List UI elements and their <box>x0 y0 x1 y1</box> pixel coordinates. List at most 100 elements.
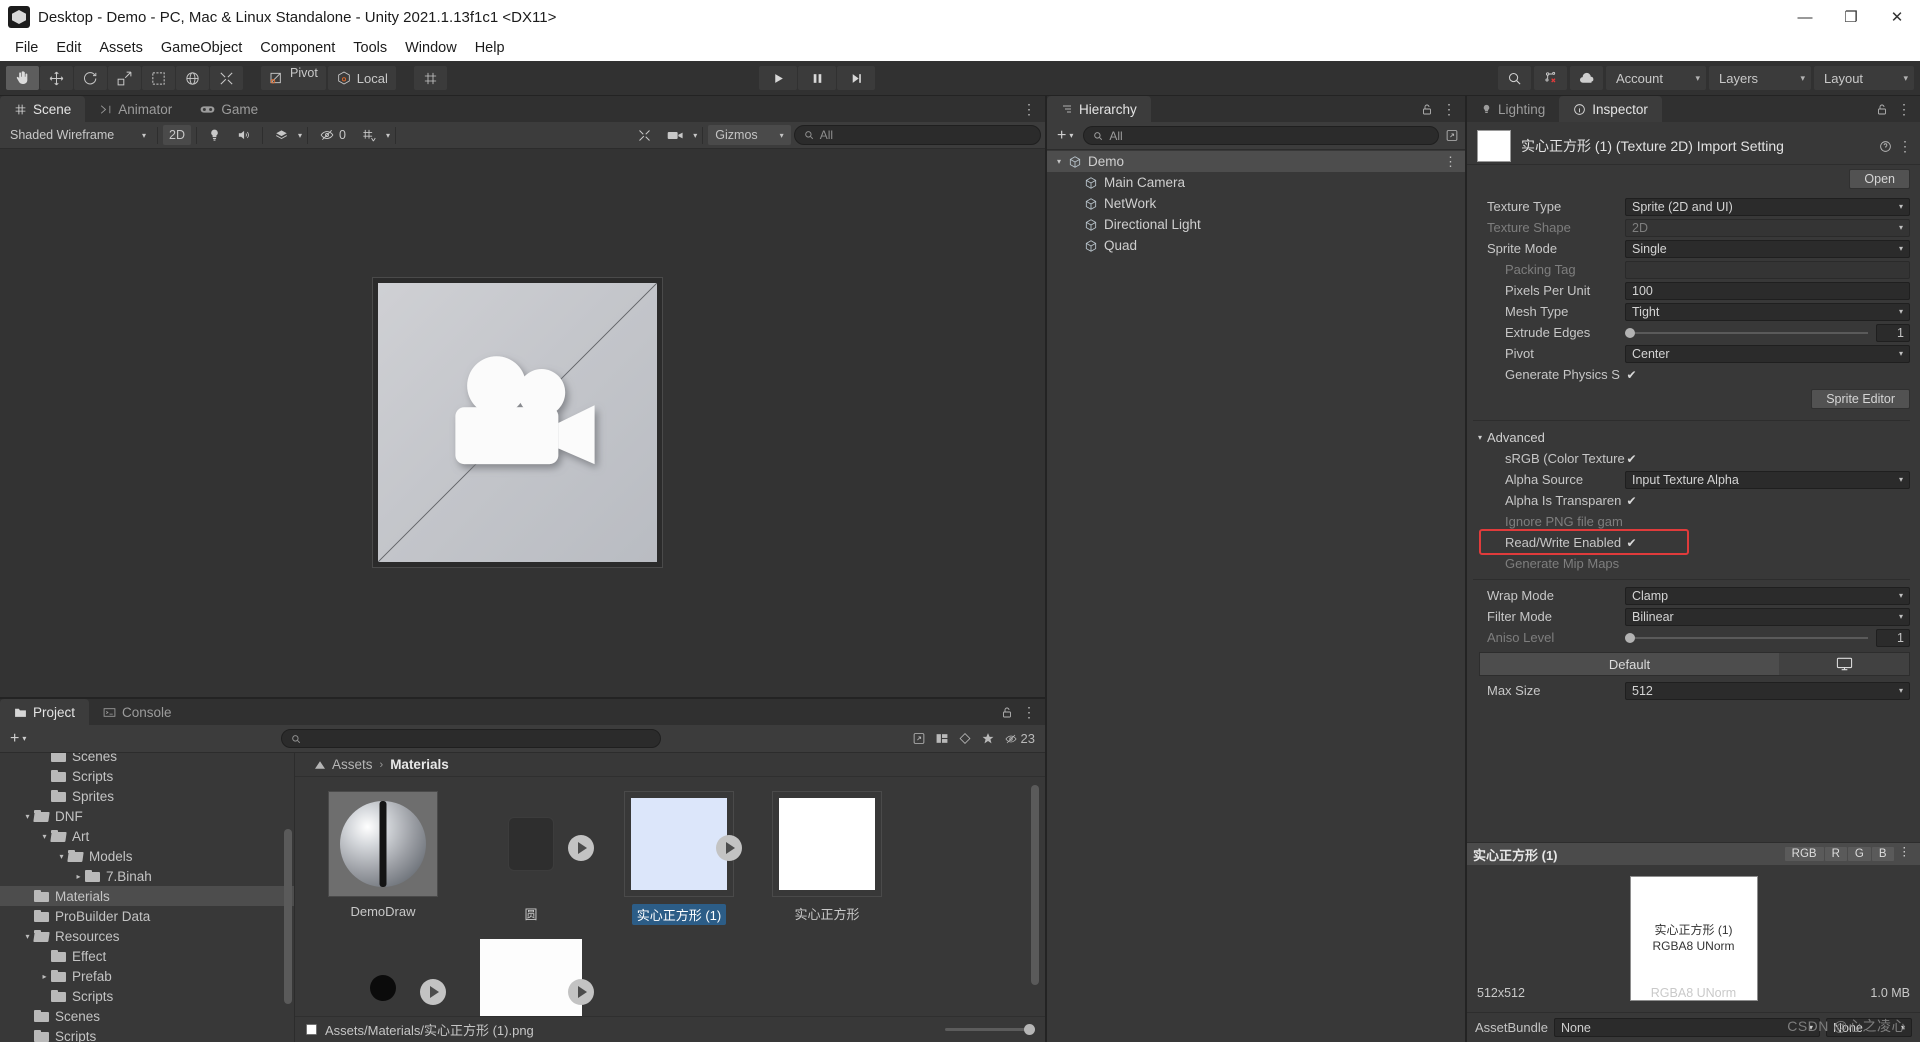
pause-button-icon[interactable] <box>798 66 837 90</box>
property-slider[interactable] <box>1625 327 1868 338</box>
tab-console[interactable]: Console <box>89 699 186 725</box>
project-tree-item[interactable]: Scripts <box>0 766 294 786</box>
property-slider[interactable] <box>1625 632 1868 643</box>
channel-b[interactable]: B <box>1871 847 1894 861</box>
project-tree-item[interactable]: Scenes <box>0 753 294 766</box>
asset-item[interactable]: 实心正方形 (1) <box>609 791 749 925</box>
hand-tool-icon[interactable] <box>6 66 39 90</box>
project-tree-item[interactable]: Scenes <box>0 1006 294 1026</box>
tab-animator[interactable]: Animator <box>85 96 187 122</box>
property-dropdown[interactable]: Center ▾ <box>1625 344 1910 363</box>
property-dropdown[interactable]: Tight ▾ <box>1625 302 1910 321</box>
open-button[interactable]: Open <box>1849 168 1910 189</box>
tree-toggle-icon[interactable]: ▸ <box>38 972 51 981</box>
tab-inspector[interactable]: Inspector <box>1559 96 1662 122</box>
asset-item[interactable]: 录音 <box>313 935 453 1016</box>
lock-icon[interactable] <box>1421 103 1433 116</box>
account-dropdown[interactable]: Account ▾ <box>1606 66 1706 90</box>
grid-snap-icon[interactable] <box>413 66 447 90</box>
advanced-section-header[interactable]: ▾ Advanced <box>1473 426 1910 448</box>
asset-item[interactable]: 圆 <box>461 791 601 925</box>
move-tool-icon[interactable] <box>40 66 73 90</box>
property-checkbox[interactable] <box>1625 515 1638 528</box>
hierarchy-item[interactable]: ▾ Demo ⋮ <box>1047 151 1465 172</box>
menu-gameobject[interactable]: GameObject <box>152 38 251 58</box>
lock-icon[interactable] <box>1876 103 1888 116</box>
preview-menu-icon[interactable]: ⋮ <box>1895 846 1915 861</box>
play-button-icon[interactable] <box>759 66 798 90</box>
hierarchy-item[interactable]: Directional Light <box>1047 214 1465 235</box>
property-checkbox[interactable]: ✔ <box>1625 536 1638 550</box>
asset-preview-play-icon[interactable] <box>420 979 446 1005</box>
rect-tool-icon[interactable] <box>142 66 175 90</box>
property-checkbox[interactable] <box>1625 557 1638 570</box>
project-tree-item[interactable]: ▸ Prefab <box>0 966 294 986</box>
property-slider-group[interactable]: 1 <box>1625 628 1910 647</box>
slider-knob[interactable] <box>1625 327 1635 338</box>
project-tree-item[interactable]: ▾ DNF <box>0 806 294 826</box>
rotate-tool-icon[interactable] <box>74 66 107 90</box>
lock-icon[interactable] <box>1001 706 1013 719</box>
menu-component[interactable]: Component <box>251 38 344 58</box>
maximize-button[interactable]: ❐ <box>1828 0 1874 34</box>
search-icon[interactable] <box>1498 66 1531 90</box>
layers-dropdown[interactable]: Layers ▾ <box>1709 66 1811 90</box>
platform-tab-standalone[interactable] <box>1779 653 1909 675</box>
hierarchy-add-button[interactable]: + ▾ <box>1053 127 1077 145</box>
property-dropdown[interactable]: 2D ▾ <box>1625 218 1910 237</box>
property-checkbox[interactable]: ✔ <box>1625 368 1638 382</box>
project-tree-item[interactable]: Materials <box>0 886 294 906</box>
property-checkbox[interactable]: ✔ <box>1625 452 1638 466</box>
platform-tab-default[interactable]: Default <box>1480 653 1779 675</box>
chevron-down-icon[interactable]: ▾ <box>693 131 697 140</box>
scene-view-canvas[interactable] <box>0 149 1045 697</box>
tree-toggle-icon[interactable]: ▾ <box>21 932 34 941</box>
asset-grid[interactable]: DemoDraw 圆 实心正方形 (1) 实心正方形录音 <box>295 777 1045 1016</box>
breadcrumb-materials[interactable]: Materials <box>390 757 449 772</box>
channel-g[interactable]: G <box>1847 847 1871 861</box>
property-checkbox[interactable]: ✔ <box>1625 494 1638 508</box>
scene-lighting-toggle[interactable] <box>202 125 227 145</box>
tab-hierarchy[interactable]: Hierarchy <box>1047 96 1151 122</box>
project-search-input[interactable] <box>280 729 661 748</box>
minimize-button[interactable]: — <box>1782 0 1828 34</box>
tree-toggle-icon[interactable]: ▸ <box>72 872 85 881</box>
pivot-toggle-button[interactable]: Pivot <box>261 66 326 90</box>
inspector-properties[interactable]: Texture Type Sprite (2D and UI) ▾ Texture S… <box>1467 192 1920 842</box>
gizmos-dropdown[interactable]: Gizmos ▾ <box>708 125 791 145</box>
property-slider-value[interactable]: 1 <box>1876 628 1910 647</box>
hierarchy-item[interactable]: NetWork <box>1047 193 1465 214</box>
asset-item[interactable]: 实心正方形 <box>757 791 897 925</box>
project-tree-item[interactable]: ProBuilder Data <box>0 906 294 926</box>
asset-grid-scrollbar[interactable] <box>1031 785 1039 985</box>
star-icon[interactable] <box>981 732 995 745</box>
scene-grid-toggle[interactable] <box>355 125 383 145</box>
hierarchy-menu-icon[interactable]: ⋮ <box>1442 102 1456 116</box>
menu-assets[interactable]: Assets <box>90 38 152 58</box>
expand-icon[interactable] <box>912 732 926 745</box>
slider-knob[interactable] <box>1625 632 1635 643</box>
transform-tool-icon[interactable] <box>176 66 209 90</box>
tab-project[interactable]: Project <box>0 699 90 725</box>
scale-tool-icon[interactable] <box>108 66 141 90</box>
breadcrumb-assets[interactable]: Assets <box>332 757 373 772</box>
project-tree-item[interactable]: ▾ Models <box>0 846 294 866</box>
inspector-menu-icon[interactable]: ⋮ <box>1897 102 1911 116</box>
hierarchy-item-menu-icon[interactable]: ⋮ <box>1444 155 1465 168</box>
tab-scene[interactable]: Scene <box>0 96 86 122</box>
project-tree-item[interactable]: ▸ 7.Binah <box>0 866 294 886</box>
help-icon[interactable] <box>1879 140 1892 153</box>
project-menu-icon[interactable]: ⋮ <box>1022 705 1036 719</box>
menu-help[interactable]: Help <box>466 38 514 58</box>
project-tree-item[interactable]: Effect <box>0 946 294 966</box>
collab-icon[interactable] <box>1534 66 1567 90</box>
project-tree-item[interactable]: Sprites <box>0 786 294 806</box>
cloud-icon[interactable] <box>1570 66 1603 90</box>
project-tree-item[interactable]: ▾ Art <box>0 826 294 846</box>
close-button[interactable]: ✕ <box>1874 0 1920 34</box>
scene-camera-icon[interactable] <box>661 125 690 145</box>
quad-sprite-object[interactable] <box>372 277 663 568</box>
scene-hidden-objects-toggle[interactable]: 0 <box>313 125 352 145</box>
project-add-button[interactable]: + ▾ <box>6 730 30 748</box>
project-folder-tree[interactable]: Scenes Scripts Sprites ▾ DNF ▾ Art ▾ Models ▸ 7.Bi… <box>0 753 295 1042</box>
